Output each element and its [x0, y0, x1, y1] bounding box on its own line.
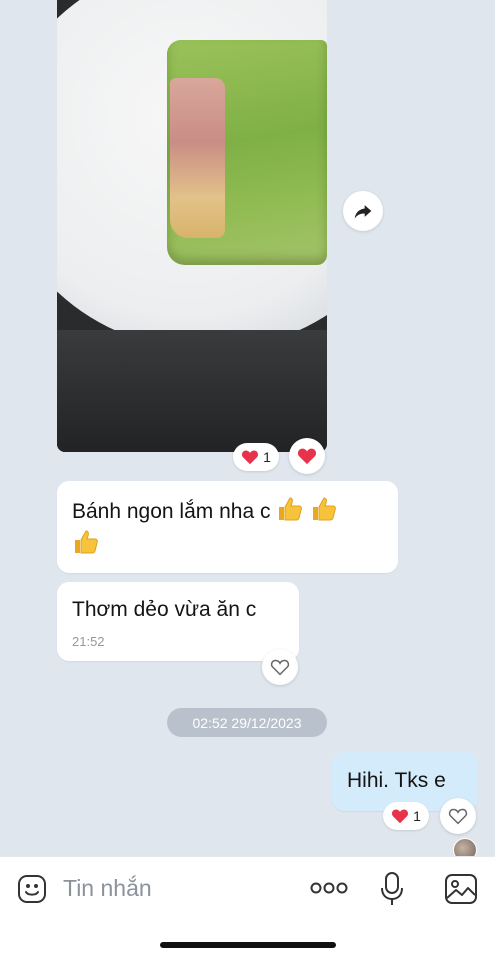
outgoing-reaction-summary[interactable]: 1: [383, 802, 429, 830]
reaction-count: 1: [413, 808, 421, 824]
image-message[interactable]: [57, 0, 327, 452]
message-react-button[interactable]: [262, 649, 298, 685]
message-composer: Tin nhắn: [0, 856, 495, 960]
photo-table: [57, 330, 327, 452]
share-arrow-icon: [354, 205, 372, 219]
thumbs-up-icon: [72, 528, 100, 556]
reaction-count: 1: [263, 449, 271, 465]
heart-icon: [392, 809, 409, 824]
home-indicator: [160, 942, 336, 948]
message-input[interactable]: Tin nhắn: [63, 875, 152, 902]
message-time: 21:52: [72, 634, 105, 649]
thumbs-up-icon: [276, 495, 304, 523]
message-bubble-incoming[interactable]: Bánh ngon lắm nha c: [57, 481, 398, 573]
heart-icon: [297, 448, 317, 465]
heart-icon: [242, 450, 259, 465]
image-reaction-summary[interactable]: 1: [233, 443, 279, 471]
image-react-button[interactable]: [289, 438, 325, 474]
photo-cake-filling: [170, 78, 225, 238]
sticker-icon[interactable]: [16, 873, 48, 910]
heart-outline-icon: [448, 808, 468, 825]
more-icon[interactable]: [310, 879, 348, 902]
thumbs-up-icon: [310, 495, 338, 523]
date-separator: 02:52 29/12/2023: [167, 708, 327, 737]
message-bubble-incoming[interactable]: Thơm dẻo vừa ăn c 21:52: [57, 582, 299, 661]
outgoing-react-button[interactable]: [440, 798, 476, 834]
message-text: Hihi. Tks e: [347, 769, 446, 792]
message-text: Thơm dẻo vừa ăn c: [72, 598, 257, 621]
heart-outline-icon: [270, 659, 290, 676]
message-text: Bánh ngon lắm nha c: [72, 500, 271, 523]
forward-button[interactable]: [343, 191, 383, 231]
image-icon[interactable]: [444, 873, 478, 910]
microphone-icon[interactable]: [380, 871, 404, 912]
